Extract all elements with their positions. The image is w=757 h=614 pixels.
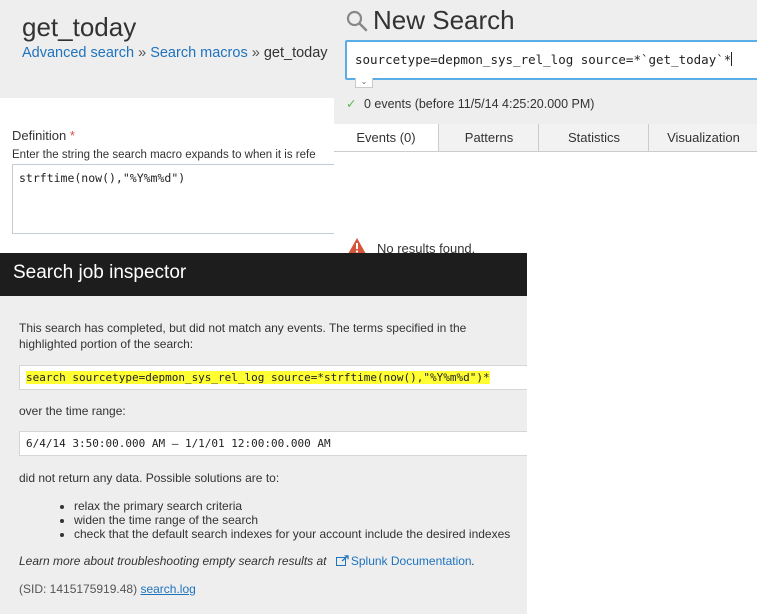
chevron-down-icon[interactable]: ⌄ xyxy=(355,78,373,88)
solutions-list: relax the primary search criteria widen … xyxy=(56,499,510,541)
tab-statistics[interactable]: Statistics xyxy=(538,124,649,151)
definition-textarea[interactable]: strftime(now(),"%Y%m%d") xyxy=(12,164,345,234)
search-icon xyxy=(346,10,368,32)
time-range-value: 6/4/14 3:50:00.000 AM – 1/1/01 12:00:00.… xyxy=(26,437,331,450)
tab-events[interactable]: Events (0) xyxy=(334,124,438,151)
search-title: New Search xyxy=(373,5,515,35)
breadcrumb: Advanced search » Search macros » get_to… xyxy=(22,45,328,61)
sid-line: (SID: 1415175919.48) search.log xyxy=(19,582,196,596)
tab-patterns[interactable]: Patterns xyxy=(438,124,539,151)
no-data-text: did not return any data. Possible soluti… xyxy=(19,471,280,485)
macro-form: Definition * Enter the string the search… xyxy=(0,98,345,245)
tab-visualization[interactable]: Visualization xyxy=(648,124,757,151)
search-job-inspector: Search job inspector This search has com… xyxy=(0,253,527,614)
learn-more-text: Learn more about troubleshooting empty s… xyxy=(19,554,327,568)
definition-label-text: Definition xyxy=(12,128,67,143)
check-icon: ✓ xyxy=(346,97,357,111)
breadcrumb-search-macros[interactable]: Search macros xyxy=(150,45,248,61)
time-range-box: 6/4/14 3:50:00.000 AM – 1/1/01 12:00:00.… xyxy=(19,431,527,456)
new-search-panel: New Search sourcetype=depmon_sys_rel_log… xyxy=(334,0,757,260)
highlighted-search-box: search sourcetype=depmon_sys_rel_log sou… xyxy=(19,365,527,390)
macro-editor-panel: get_today Advanced search » Search macro… xyxy=(0,0,345,245)
required-marker: * xyxy=(69,128,75,143)
splunk-docs-link[interactable]: Splunk Documentation xyxy=(351,554,472,568)
list-item: check that the default search indexes fo… xyxy=(74,527,510,541)
external-link-icon xyxy=(335,555,349,566)
list-item: widen the time range of the search xyxy=(74,513,510,527)
breadcrumb-current: get_today xyxy=(263,45,328,61)
search-log-link[interactable]: search.log xyxy=(140,582,195,596)
sid-text: (SID: 1415175919.48) xyxy=(19,582,138,596)
macro-header: get_today Advanced search » Search macro… xyxy=(0,0,345,98)
search-query-text: sourcetype=depmon_sys_rel_log source=*`g… xyxy=(355,52,732,67)
events-status-text: 0 events (before 11/5/14 4:25:20.000 PM) xyxy=(363,97,595,111)
results-tabs: Events (0) Patterns Statistics Visualiza… xyxy=(334,124,757,152)
search-header: New Search sourcetype=depmon_sys_rel_log… xyxy=(334,0,757,124)
learn-more: Learn more about troubleshooting empty s… xyxy=(19,554,475,568)
breadcrumb-separator: » xyxy=(138,45,147,61)
inspector-title: Search job inspector xyxy=(13,262,187,283)
breadcrumb-separator: » xyxy=(251,45,260,61)
docs-period: . xyxy=(471,554,475,568)
definition-help-text: Enter the string the search macro expand… xyxy=(12,149,316,161)
time-range-label: over the time range: xyxy=(19,404,126,418)
search-input[interactable]: sourcetype=depmon_sys_rel_log source=*`g… xyxy=(345,40,757,80)
list-item: relax the primary search criteria xyxy=(74,499,510,513)
definition-label: Definition * xyxy=(12,128,75,143)
breadcrumb-advanced-search[interactable]: Advanced search xyxy=(22,45,134,61)
text-cursor xyxy=(731,52,733,66)
page-title: get_today xyxy=(22,12,137,42)
events-status: ✓ 0 events (before 11/5/14 4:25:20.000 P… xyxy=(346,96,594,111)
inspector-titlebar: Search job inspector xyxy=(0,253,527,296)
inspector-intro: This search has completed, but did not m… xyxy=(19,321,467,351)
highlighted-search: search sourcetype=depmon_sys_rel_log sou… xyxy=(26,371,490,384)
